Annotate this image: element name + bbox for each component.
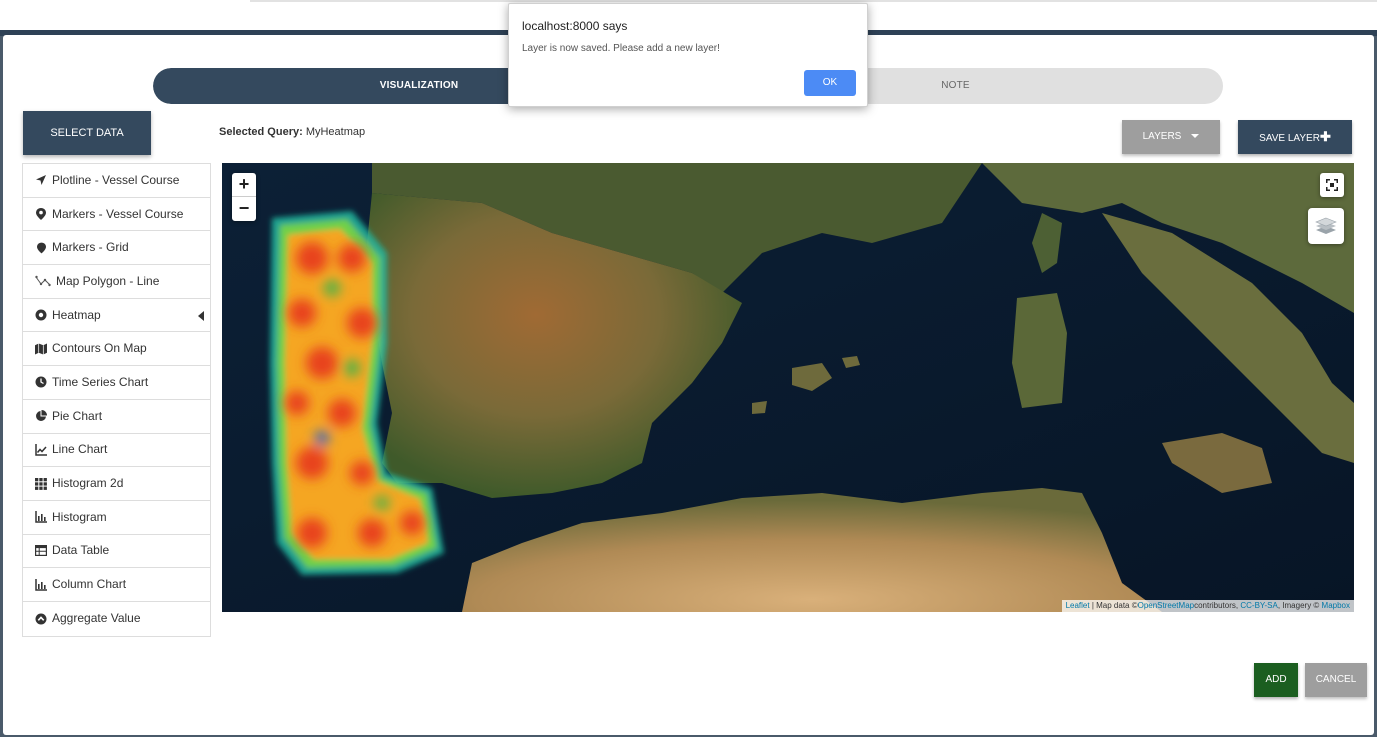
viz-item-data-table[interactable]: Data Table bbox=[23, 535, 210, 569]
fullscreen-button[interactable] bbox=[1320, 173, 1344, 197]
viz-item-heatmap[interactable]: Heatmap bbox=[23, 299, 210, 333]
map-marker-icon bbox=[35, 208, 47, 221]
zoom-out-button[interactable]: − bbox=[232, 197, 256, 221]
viz-item-label: Map Polygon - Line bbox=[56, 273, 160, 288]
selected-query-label: Selected Query: bbox=[219, 126, 303, 138]
attribution-mapbox-link[interactable]: Mapbox bbox=[1322, 601, 1350, 610]
selected-indicator-icon bbox=[198, 310, 204, 321]
line-chart-icon bbox=[35, 443, 47, 456]
viz-item-label: Histogram bbox=[52, 509, 107, 524]
polygon-icon bbox=[35, 275, 51, 287]
viz-item-contours-on-map[interactable]: Contours On Map bbox=[23, 332, 210, 367]
viz-item-column-chart[interactable]: Column Chart bbox=[23, 568, 210, 602]
save-layer-button[interactable]: SAVE LAYER✚ bbox=[1238, 120, 1352, 154]
viz-item-pie-chart[interactable]: Pie Chart bbox=[23, 400, 210, 434]
attribution-leaflet-link[interactable]: Leaflet bbox=[1066, 601, 1090, 610]
fullscreen-icon bbox=[1326, 179, 1338, 191]
selected-query-value: MyHeatmap bbox=[305, 126, 366, 138]
arrow-circle-up-icon bbox=[35, 613, 47, 625]
selected-query: Selected Query: MyHeatmap bbox=[219, 126, 365, 138]
cancel-button[interactable]: CANCEL bbox=[1305, 663, 1367, 697]
viz-item-label: Data Table bbox=[52, 543, 110, 558]
clock-icon bbox=[35, 376, 47, 388]
viz-item-label: Contours On Map bbox=[52, 341, 147, 356]
attribution-text: | Map data © bbox=[1089, 601, 1138, 610]
viz-item-label: Aggregate Value bbox=[52, 611, 141, 626]
map-attribution: Leaflet | Map data ©OpenStreetMapcontrib… bbox=[1061, 600, 1354, 612]
zoom-control: + − bbox=[232, 173, 256, 221]
viz-item-label: Column Chart bbox=[52, 577, 127, 592]
map-icon bbox=[35, 343, 47, 355]
alert-ok-button[interactable]: OK bbox=[804, 70, 856, 96]
attribution-osm-link[interactable]: OpenStreetMap bbox=[1138, 601, 1194, 610]
browser-alert-dialog: localhost:8000 says Layer is now saved. … bbox=[508, 3, 868, 107]
viz-item-markers-grid[interactable]: Markers - Grid bbox=[23, 231, 210, 266]
viz-item-label: Time Series Chart bbox=[52, 374, 149, 389]
viz-item-time-series-chart[interactable]: Time Series Chart bbox=[23, 366, 210, 400]
viz-item-label: Pie Chart bbox=[52, 408, 103, 423]
visualization-list: Plotline - Vessel Course Markers - Vesse… bbox=[22, 163, 211, 637]
viz-item-aggregate-value[interactable]: Aggregate Value bbox=[23, 602, 210, 636]
satellite-basemap bbox=[222, 163, 1354, 612]
map-marker-icon bbox=[35, 242, 47, 254]
grid-icon bbox=[35, 477, 47, 490]
select-data-button[interactable]: SELECT DATA bbox=[23, 111, 151, 155]
location-arrow-icon bbox=[35, 174, 47, 186]
viz-item-markers-vessel-course[interactable]: Markers - Vessel Course bbox=[23, 198, 210, 232]
caret-down-icon bbox=[1191, 134, 1200, 139]
viz-item-label: Markers - Vessel Course bbox=[52, 206, 184, 221]
add-button[interactable]: ADD bbox=[1254, 663, 1298, 697]
viz-item-label: Histogram 2d bbox=[52, 476, 124, 491]
viz-item-line-chart[interactable]: Line Chart bbox=[23, 434, 210, 468]
viz-item-label: Heatmap bbox=[52, 307, 101, 322]
bar-chart-icon bbox=[35, 578, 47, 591]
attribution-text: , Imagery © bbox=[1277, 601, 1322, 610]
table-icon bbox=[35, 545, 47, 557]
alert-message: Layer is now saved. Please add a new lay… bbox=[522, 43, 720, 54]
viz-item-label: Line Chart bbox=[52, 442, 108, 457]
pie-chart-icon bbox=[35, 410, 47, 422]
attribution-license-link[interactable]: CC-BY-SA bbox=[1240, 601, 1278, 610]
save-layer-label: SAVE LAYER bbox=[1259, 133, 1320, 144]
map-layers-control[interactable] bbox=[1308, 208, 1344, 244]
bar-chart-icon bbox=[35, 511, 47, 523]
map-view[interactable]: + − Leaflet | Map data ©OpenStreetMapcon… bbox=[222, 163, 1354, 612]
viz-item-label: Markers - Grid bbox=[52, 240, 129, 255]
attribution-text: contributors, bbox=[1194, 601, 1241, 610]
viz-item-histogram-2d[interactable]: Histogram 2d bbox=[23, 467, 210, 501]
circle-dot-icon bbox=[35, 309, 47, 321]
alert-title: localhost:8000 says bbox=[522, 19, 628, 33]
viz-item-map-polygon-line[interactable]: Map Polygon - Line bbox=[23, 265, 210, 299]
layers-label: LAYERS bbox=[1142, 131, 1182, 142]
layers-dropdown-button[interactable]: LAYERS bbox=[1122, 120, 1220, 154]
zoom-in-button[interactable]: + bbox=[232, 173, 256, 197]
viz-item-histogram[interactable]: Histogram bbox=[23, 501, 210, 535]
plus-icon: ✚ bbox=[1319, 129, 1331, 144]
viz-item-label: Plotline - Vessel Course bbox=[52, 172, 180, 187]
viz-item-plotline-vessel-course[interactable]: Plotline - Vessel Course bbox=[23, 164, 210, 198]
layers-icon bbox=[1315, 217, 1337, 234]
